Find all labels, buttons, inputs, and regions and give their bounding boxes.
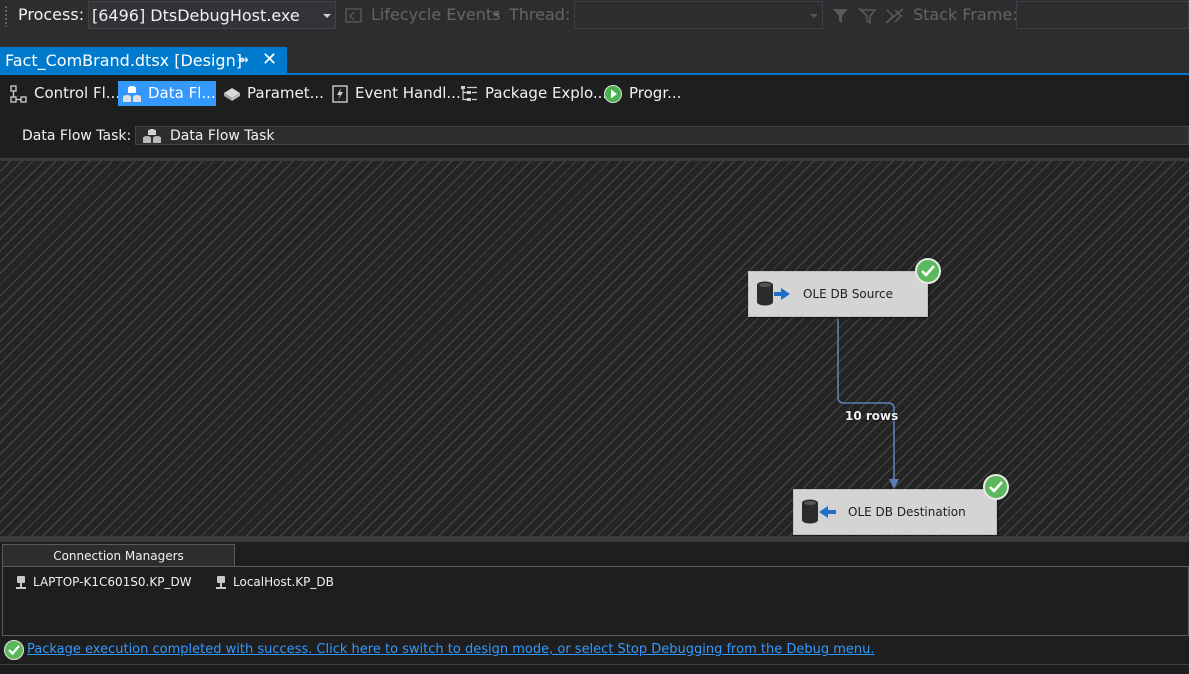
path-row-count: 10 rows	[845, 409, 899, 423]
tab-event-handlers[interactable]: Event Handl...	[326, 81, 461, 106]
task-selector-row: Data Flow Task: Data Flow Task	[0, 112, 1189, 158]
event-handlers-icon	[332, 85, 348, 103]
tab-label: Control Fl...	[34, 84, 121, 102]
ole-db-source-component[interactable]: OLE DB Source	[748, 271, 928, 317]
document-tab-strip: Fact_ComBrand.dtsx [Design] ⇴ ✕	[0, 32, 1189, 75]
success-icon	[4, 640, 24, 660]
database-destination-icon	[802, 499, 836, 524]
task-selector-value: Data Flow Task	[170, 128, 275, 144]
stack-frame-label: Stack Frame:	[913, 5, 1018, 24]
data-flow-path[interactable]	[0, 161, 1189, 536]
connection-managers-tab-label: Connection Managers	[53, 549, 184, 563]
tab-label: Progr...	[629, 84, 682, 102]
process-value: [6496] DtsDebugHost.exe	[92, 6, 300, 25]
tab-label: Data Fl...	[148, 84, 216, 102]
chevron-down-icon	[323, 14, 331, 18]
process-label: Process:	[18, 5, 85, 24]
thread-label: Thread:	[509, 5, 571, 24]
chevron-down-icon	[494, 13, 500, 17]
lifecycle-events-icon	[345, 8, 362, 23]
switch-to-design-mode-link[interactable]: Package execution completed with success…	[27, 642, 874, 657]
flag-threads-icon[interactable]	[885, 7, 905, 25]
connection-managers-list: LAPTOP-K1C601S0.KP_DW LocalHost.KP_DB	[2, 566, 1189, 636]
connection-label: LAPTOP-K1C601S0.KP_DW	[33, 575, 192, 589]
designer-tabs: Control Fl... Data Fl... Paramet... Even…	[0, 75, 1189, 112]
tab-progress[interactable]: Progr...	[599, 81, 683, 106]
stack-frame-dropdown[interactable]	[1016, 1, 1189, 29]
tab-parameters[interactable]: Paramet...	[218, 81, 324, 106]
connection-icon	[216, 576, 226, 589]
connection-managers-panel: Connection Managers LAPTOP-K1C601S0.KP_D…	[0, 542, 1189, 637]
tab-control-flow[interactable]: Control Fl...	[4, 81, 120, 106]
tab-label: Package Explo...	[485, 84, 608, 102]
process-dropdown[interactable]: [6496] DtsDebugHost.exe	[88, 1, 336, 29]
package-explorer-icon	[461, 86, 477, 101]
connection-icon	[16, 576, 26, 589]
execution-status-bar: Package execution completed with success…	[0, 637, 1189, 674]
lifecycle-events-button[interactable]: Lifecycle Events	[371, 5, 500, 24]
ole-db-destination-component[interactable]: OLE DB Destination	[793, 489, 997, 535]
connection-label: LocalHost.KP_DB	[233, 575, 334, 589]
component-label: OLE DB Source	[803, 287, 894, 301]
tab-label: Paramet...	[247, 84, 324, 102]
component-label: OLE DB Destination	[848, 505, 966, 519]
data-flow-icon	[123, 86, 141, 102]
pin-icon[interactable]: ⇴	[238, 53, 249, 68]
database-source-icon	[757, 281, 790, 306]
tab-data-flow[interactable]: Data Fl...	[118, 81, 216, 106]
bottom-divider	[0, 664, 1189, 665]
debug-toolbar: Process: [6496] DtsDebugHost.exe Lifecyc…	[0, 0, 1189, 32]
parameters-icon	[224, 88, 240, 101]
connection-managers-tab[interactable]: Connection Managers	[2, 544, 235, 566]
task-selector-dropdown[interactable]: Data Flow Task	[135, 126, 1189, 145]
success-check-icon	[915, 258, 941, 284]
chevron-down-icon	[810, 14, 818, 18]
toolbar-grip[interactable]	[4, 5, 8, 27]
data-flow-canvas[interactable]: 10 rows OLE DB Source OLE DB Destination	[0, 158, 1189, 536]
filter-toggle-icon[interactable]	[858, 7, 878, 25]
progress-icon	[604, 85, 622, 103]
success-check-icon	[983, 474, 1009, 500]
data-flow-task-icon	[143, 129, 161, 143]
close-icon[interactable]: ✕	[262, 49, 277, 70]
control-flow-icon	[10, 85, 27, 103]
task-selector-label: Data Flow Task:	[22, 128, 132, 144]
tab-label: Event Handl...	[355, 84, 461, 102]
document-tab[interactable]: Fact_ComBrand.dtsx [Design] ⇴ ✕	[0, 47, 287, 75]
filter-icon[interactable]	[832, 7, 850, 25]
tab-package-explorer[interactable]: Package Explo...	[455, 81, 607, 106]
thread-dropdown[interactable]	[574, 1, 823, 29]
document-tab-title: Fact_ComBrand.dtsx [Design]	[5, 51, 242, 70]
